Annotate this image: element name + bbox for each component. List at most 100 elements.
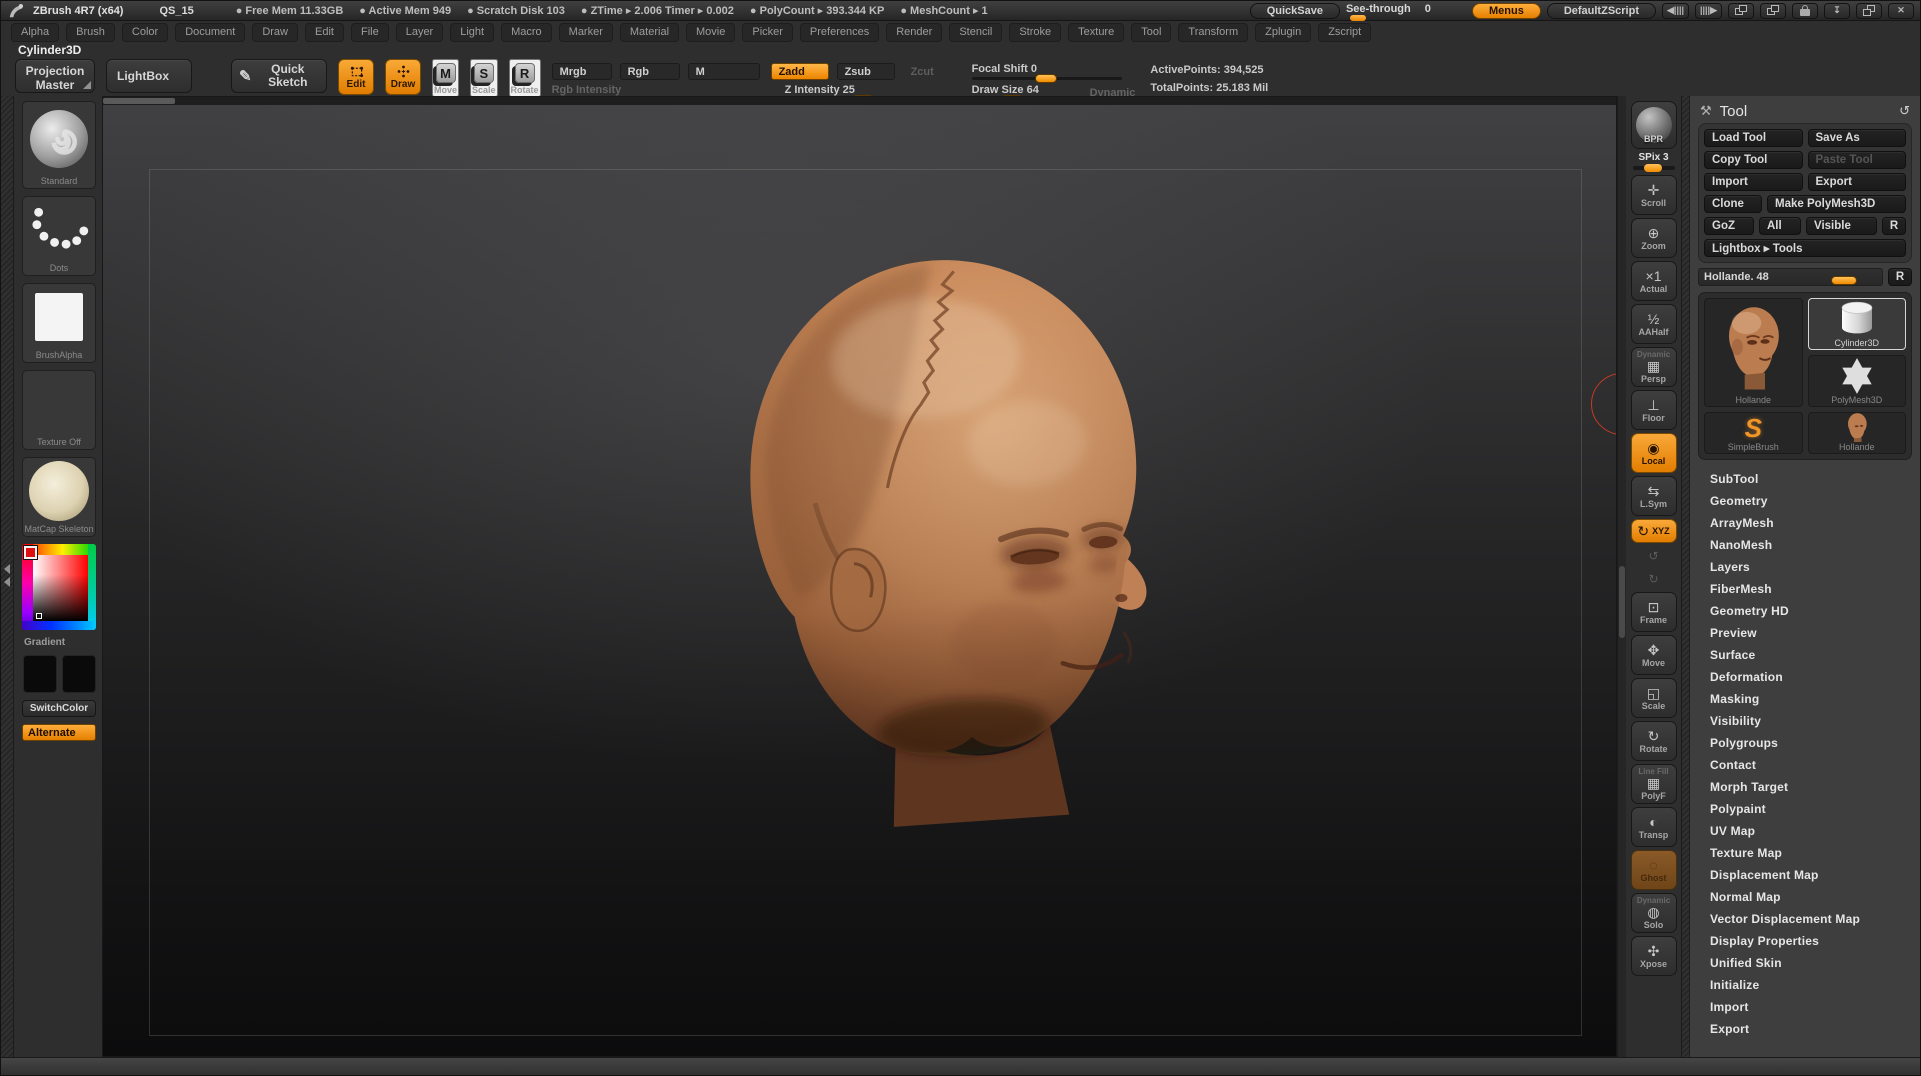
scale-button[interactable]: ◱ Scale [1631,678,1677,718]
scroll-interface-left-button[interactable]: ◀|||| [1662,3,1689,19]
rgb-intensity-slider-label[interactable]: Rgb Intensity [552,84,760,96]
lightbox-button[interactable]: LightBox [106,59,192,93]
export-button[interactable]: Export [1808,173,1907,191]
spix-handle[interactable] [1644,164,1662,172]
menubar-item[interactable]: Layer [396,23,444,42]
menubar-item[interactable]: Picker [742,23,793,42]
simplebrush-tool-thumbnail[interactable]: S SimpleBrush [1704,412,1803,454]
tool-panel-section[interactable]: Deformation [1698,666,1912,688]
tool-panel-section[interactable]: Vector Displacement Map [1698,908,1912,930]
tool-panel-section[interactable]: Masking [1698,688,1912,710]
spix-slider[interactable]: SPix 3 [1631,152,1677,172]
restore-button[interactable] [1856,3,1882,19]
menubar-item[interactable]: Alpha [11,23,59,42]
tool-panel-section[interactable]: Geometry [1698,490,1912,512]
canvas-horizontal-scrollbar[interactable] [103,97,1616,105]
move-trays-left-button[interactable] [1728,3,1754,19]
tool-panel-section[interactable]: Display Properties [1698,930,1912,952]
document-canvas[interactable] [102,96,1617,1057]
close-button[interactable]: ✕ [1888,3,1914,19]
material-selector[interactable]: MatCap Skeleton [22,457,96,537]
aahalf-button[interactable]: ½ AAHalf [1631,304,1677,344]
tool-panel-section[interactable]: Unified Skin [1698,952,1912,974]
menubar-item[interactable]: Macro [501,23,552,42]
tool-panel-section[interactable]: Visibility [1698,710,1912,732]
save-as-button[interactable]: Save As [1808,129,1907,147]
xyz-rotation-button[interactable]: ↻ XYZ [1631,519,1677,543]
menubar-item[interactable]: Texture [1068,23,1124,42]
canvas-h-scroll-handle[interactable] [103,98,175,104]
local-button[interactable]: ◉ Local [1631,433,1677,473]
tool-panel-section[interactable]: Polygroups [1698,732,1912,754]
ghost-button[interactable]: ◌ Ghost [1631,850,1677,890]
main-color-swatch[interactable] [23,655,57,693]
focal-shift-slider[interactable]: Focal Shift 0 [972,63,1122,80]
tool-panel-section[interactable]: UV Map [1698,820,1912,842]
menubar-item[interactable]: Light [450,23,494,42]
tool-panel-section[interactable]: Geometry HD [1698,600,1912,622]
zoom-button[interactable]: ⊕ Zoom [1631,218,1677,258]
menubar-item[interactable]: Stroke [1009,23,1061,42]
tray-divider-right[interactable] [1681,96,1689,1057]
current-tool-slider[interactable]: Hollande. 48 R [1698,268,1912,286]
tool-panel-section[interactable]: ArrayMesh [1698,512,1912,534]
stroke-selector[interactable]: Dots [22,196,96,276]
tool-panel-section[interactable]: Layers [1698,556,1912,578]
move-trays-right-button[interactable] [1760,3,1786,19]
tool-panel-section[interactable]: Morph Target [1698,776,1912,798]
cylinder3d-tool-thumbnail[interactable]: Cylinder3D [1808,298,1907,350]
menubar-item[interactable]: Zplugin [1255,23,1311,42]
edit-mode-button[interactable]: Edit [338,59,374,95]
gradient-toggle[interactable]: Gradient [22,637,96,648]
bpr-render-button[interactable]: BPR [1631,101,1677,149]
hue-strip-right[interactable] [88,544,96,630]
canvas-vertical-scrollbar[interactable] [1617,96,1626,1057]
menus-toggle-button[interactable]: Menus [1472,3,1541,19]
xpose-button[interactable]: ✣ Xpose [1631,936,1677,976]
actual-button[interactable]: ×1 Actual [1631,261,1677,301]
make-polymesh3d-button[interactable]: Make PolyMesh3D [1767,195,1906,213]
secondary-color-swatch[interactable] [62,655,96,693]
solo-button[interactable]: Dynamic ◍ Solo [1631,893,1677,933]
scroll-interface-right-button[interactable]: ||||▶ [1695,3,1722,19]
tool-panel-section[interactable]: Texture Map [1698,842,1912,864]
menubar-item[interactable]: Marker [559,23,613,42]
brush-selector[interactable]: Standard [22,101,96,189]
tool-panel-section[interactable]: Import [1698,996,1912,1018]
scale-gizmo-button[interactable]: SScale [470,59,498,97]
clone-button[interactable]: Clone [1704,195,1762,213]
goz-all-button[interactable]: All [1759,217,1801,235]
sculpt-head-3d[interactable] [678,237,1243,847]
color-picker[interactable] [22,544,96,630]
menubar-item[interactable]: File [351,23,389,42]
rotate-z-button[interactable]: ↻ [1631,569,1677,589]
tool-r-button[interactable]: R [1888,268,1912,286]
tool-panel-section[interactable]: Surface [1698,644,1912,666]
current-tool-slider-handle[interactable] [1831,276,1857,285]
transp-button[interactable]: ◐ Transp [1631,807,1677,847]
tray-divider-left[interactable] [1,96,14,1057]
goz-button[interactable]: GoZ [1704,217,1754,235]
polyf-button[interactable]: Line Fill ▦ PolyF [1631,764,1677,804]
tool-panel-section[interactable]: Displacement Map [1698,864,1912,886]
zsub-button[interactable]: Zsub [837,63,895,80]
scroll-button[interactable]: ✛ Scroll [1631,175,1677,215]
alternate-color-button[interactable]: Alternate [22,724,96,741]
tool-panel-section[interactable]: Preview [1698,622,1912,644]
menubar-item[interactable]: Edit [305,23,344,42]
rotate-y-button[interactable]: ↺ [1631,546,1677,566]
menubar-item[interactable]: Render [886,23,942,42]
pick-tool-icon[interactable]: ⚒ [1700,103,1712,119]
menubar-item[interactable]: Movie [686,23,735,42]
goz-visible-button[interactable]: Visible [1806,217,1877,235]
lsym-button[interactable]: ⇆ L.Sym [1631,476,1677,516]
hue-strip-bottom[interactable] [22,621,96,630]
saturation-value-square[interactable] [33,555,88,621]
move-gizmo-button[interactable]: MMove [432,59,459,97]
tool-panel-section[interactable]: NanoMesh [1698,534,1912,556]
tool-panel-section[interactable]: SubTool [1698,468,1912,490]
menubar-item[interactable]: Draw [252,23,298,42]
tool-panel-section[interactable]: Export [1698,1018,1912,1040]
copy-tool-button[interactable]: Copy Tool [1704,151,1803,169]
tool-panel-section[interactable]: Contact [1698,754,1912,776]
